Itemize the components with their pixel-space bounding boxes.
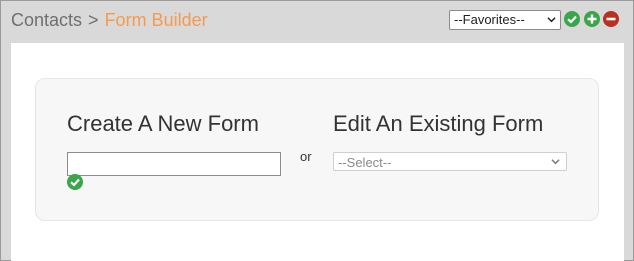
edit-form-heading: Edit An Existing Form	[333, 111, 544, 136]
app-frame: Contacts > Form Builder --Favorites-- Crea…	[0, 0, 634, 261]
remove-icon[interactable]	[603, 11, 619, 27]
chevron-down-icon	[547, 17, 556, 23]
chevron-down-icon	[551, 159, 560, 165]
create-confirm-icon[interactable]	[67, 174, 83, 190]
breadcrumb: Contacts > Form Builder	[11, 10, 208, 31]
add-icon[interactable]	[584, 11, 600, 27]
or-label: or	[300, 149, 312, 164]
breadcrumb-current: Form Builder	[104, 10, 208, 30]
check-icon[interactable]	[564, 11, 580, 27]
breadcrumb-contacts[interactable]: Contacts	[11, 10, 82, 30]
favorites-select[interactable]: --Favorites--	[449, 10, 561, 30]
favorites-selected-value: --Favorites--	[454, 12, 525, 27]
existing-form-select[interactable]: --Select--	[333, 152, 567, 171]
breadcrumb-separator: >	[88, 10, 99, 30]
existing-form-selected-value: --Select--	[338, 155, 392, 170]
form-chooser-card: Create A New Form or Edit An Existing Fo…	[35, 78, 599, 221]
create-form-heading: Create A New Form	[67, 111, 259, 136]
new-form-name-input[interactable]	[67, 152, 281, 176]
content-panel: Create A New Form or Edit An Existing Fo…	[11, 43, 624, 261]
